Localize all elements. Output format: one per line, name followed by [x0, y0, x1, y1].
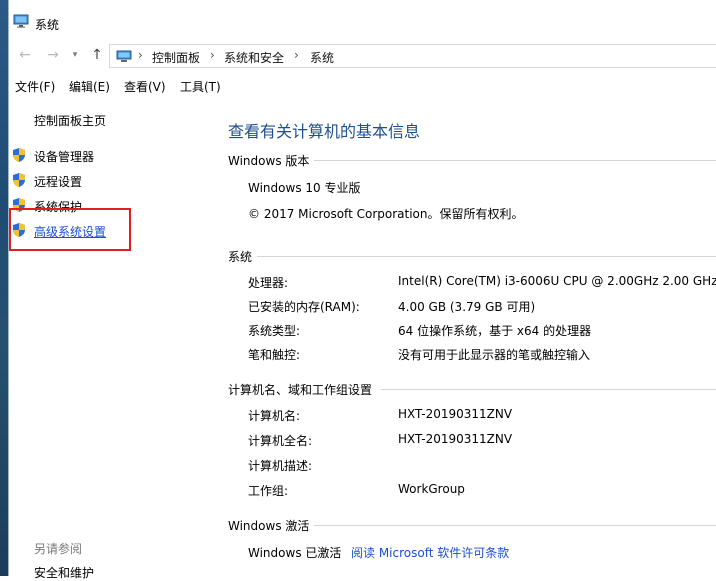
- navigation-bar: ← → ▾ ↑ › 控制面板 › 系统和安全 › 系统: [9, 40, 716, 72]
- section-divider: [314, 160, 716, 161]
- up-arrow-icon[interactable]: ↑: [89, 47, 105, 63]
- processor-value: Intel(R) Core(TM) i3-6006U CPU @ 2.00GHz…: [398, 274, 716, 288]
- workgroup-value: WorkGroup: [398, 482, 465, 496]
- desktop-background: [0, 0, 8, 576]
- computer-icon: [13, 14, 29, 31]
- ram-label: 已安装的内存(RAM):: [248, 300, 360, 314]
- computer-name-label: 计算机名:: [248, 409, 301, 423]
- menu-view[interactable]: 查看(V): [124, 78, 166, 95]
- pen-touch-label: 笔和触控:: [248, 348, 301, 362]
- section-title-computer-name: 计算机名、域和工作组设置: [228, 383, 373, 397]
- advanced-system-settings-link[interactable]: 高级系统设置: [34, 223, 106, 240]
- menu-edit[interactable]: 编辑(E): [69, 78, 110, 95]
- breadcrumb-control-panel[interactable]: 控制面板: [152, 49, 200, 66]
- section-divider: [381, 389, 716, 390]
- control-panel-home-link[interactable]: 控制面板主页: [34, 112, 106, 129]
- menu-bar: 文件(F) 编辑(E) 查看(V) 工具(T): [9, 74, 716, 96]
- system-window: 系统 ← → ▾ ↑ › 控制面板 › 系统和安全 › 系统 文件(F) 编辑(…: [8, 0, 716, 580]
- address-bar[interactable]: › 控制面板 › 系统和安全 › 系统: [109, 44, 716, 68]
- section-divider: [257, 256, 716, 257]
- breadcrumb-separator-icon: ›: [210, 48, 215, 62]
- breadcrumb-system-security[interactable]: 系统和安全: [224, 49, 284, 66]
- breadcrumb-system[interactable]: 系统: [310, 49, 334, 66]
- activation-status: Windows 已激活: [248, 546, 342, 560]
- section-title-activation: Windows 激活: [228, 519, 310, 533]
- system-protection-link[interactable]: 系统保护: [34, 198, 82, 215]
- computer-name-value: HXT-20190311ZNV: [398, 407, 513, 421]
- title-bar: 系统: [9, 0, 716, 40]
- shield-icon: [12, 172, 26, 188]
- full-computer-name-value: HXT-20190311ZNV: [398, 432, 513, 446]
- windows-edition-value: Windows 10 专业版: [248, 181, 361, 195]
- system-type-label: 系统类型:: [248, 324, 301, 338]
- copyright-text: © 2017 Microsoft Corporation。保留所有权利。: [248, 207, 524, 221]
- window-title: 系统: [35, 18, 60, 32]
- workgroup-label: 工作组:: [248, 484, 289, 498]
- device-manager-link[interactable]: 设备管理器: [34, 148, 94, 165]
- back-arrow-icon[interactable]: ←: [17, 47, 33, 63]
- ram-value: 4.00 GB (3.79 GB 可用): [398, 300, 536, 314]
- processor-label: 处理器:: [248, 276, 289, 290]
- menu-file[interactable]: 文件(F): [15, 78, 55, 95]
- section-title-system: 系统: [228, 250, 253, 264]
- license-terms-link[interactable]: 阅读 Microsoft 软件许可条款: [351, 544, 509, 561]
- see-also-label: 另请参阅: [34, 542, 83, 556]
- shield-icon: [12, 222, 26, 238]
- forward-arrow-icon[interactable]: →: [45, 47, 61, 63]
- full-computer-name-label: 计算机全名:: [248, 434, 313, 448]
- remote-settings-link[interactable]: 远程设置: [34, 173, 82, 190]
- security-maintenance-link[interactable]: 安全和维护: [34, 564, 94, 581]
- section-title-edition: Windows 版本: [228, 154, 310, 168]
- shield-icon: [12, 147, 26, 163]
- menu-tools[interactable]: 工具(T): [180, 78, 221, 95]
- recent-locations-chevron-icon[interactable]: ▾: [67, 47, 83, 63]
- shield-icon: [12, 197, 26, 213]
- breadcrumb-separator-icon: ›: [294, 48, 299, 62]
- system-type-value: 64 位操作系统，基于 x64 的处理器: [398, 324, 592, 338]
- control-panel-icon: [116, 50, 132, 66]
- pen-touch-value: 没有可用于此显示器的笔或触控输入: [398, 348, 591, 362]
- section-divider: [314, 525, 716, 526]
- page-title: 查看有关计算机的基本信息: [228, 122, 421, 141]
- breadcrumb-separator-icon: ›: [138, 48, 143, 62]
- computer-description-label: 计算机描述:: [248, 459, 313, 473]
